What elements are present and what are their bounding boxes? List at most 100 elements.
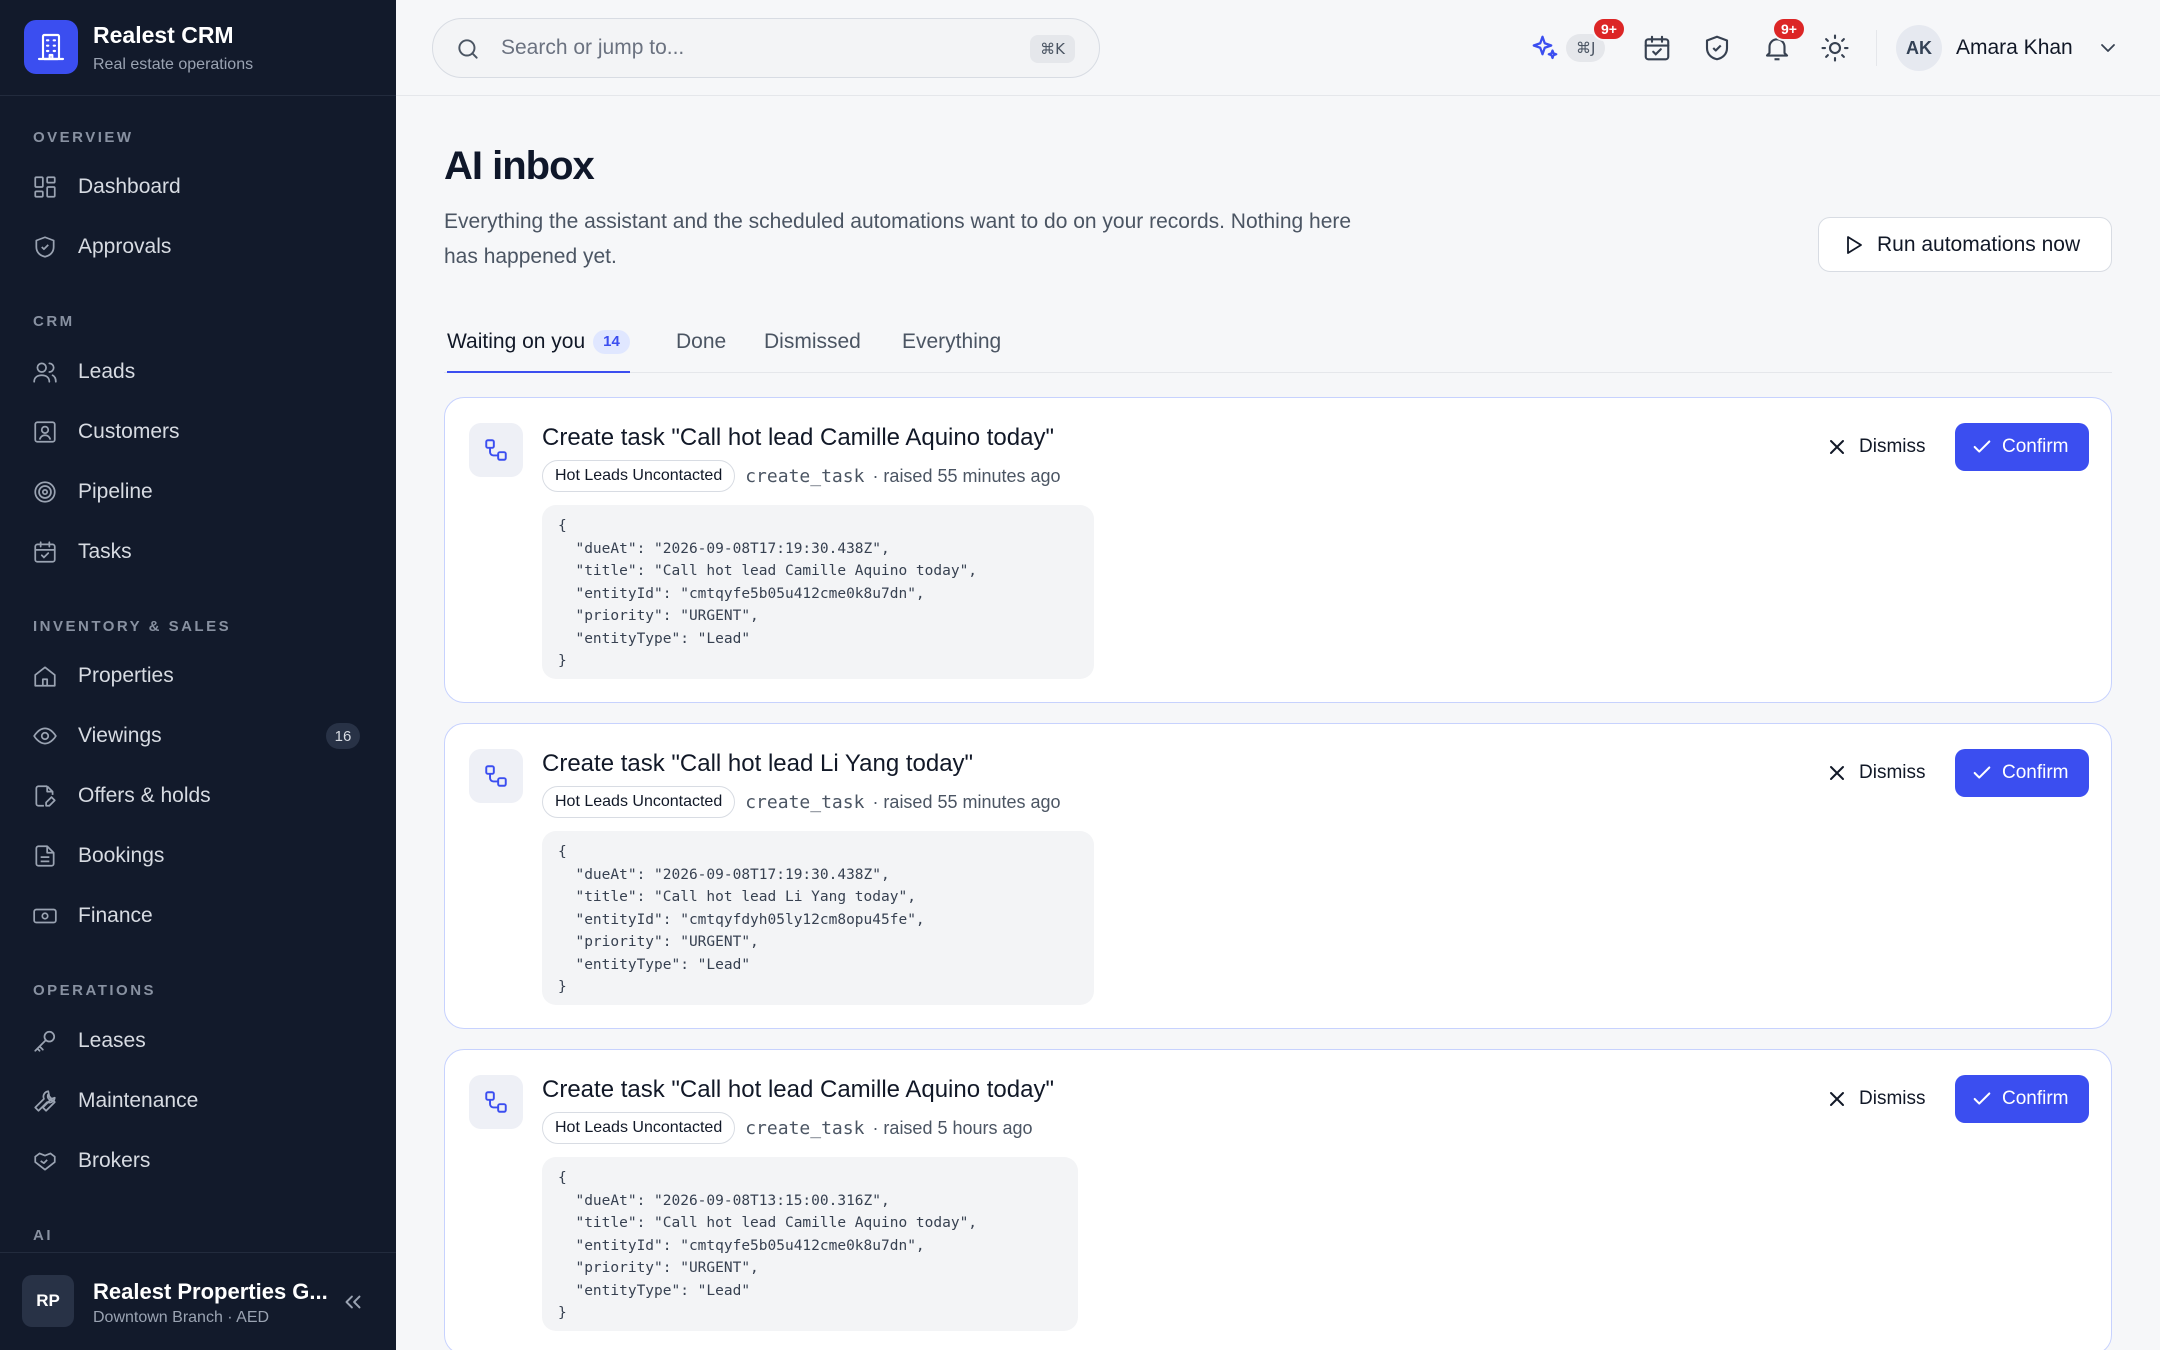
sidebar-item-label: Bookings xyxy=(78,844,165,867)
sidebar-item-brokers[interactable]: Brokers xyxy=(16,1135,380,1187)
grid-icon xyxy=(34,176,56,198)
run-automations-label: Run automations now xyxy=(1877,233,2081,256)
dismiss-label: Dismiss xyxy=(1859,436,1926,457)
sidebar-item-label: Leads xyxy=(78,360,136,383)
sidebar: Realest CRM Real estate operations OVERV… xyxy=(0,0,396,1350)
sidebar-item-tasks[interactable]: Tasks xyxy=(16,526,380,578)
user-name[interactable]: Amara Khan xyxy=(1956,36,2073,60)
sidebar-item-label: Pipeline xyxy=(78,480,153,503)
search-input[interactable]: Search or jump to... ⌘K xyxy=(432,18,1100,78)
close-icon xyxy=(1830,1092,1844,1106)
automation-chip: Hot Leads Uncontacted xyxy=(542,1112,736,1144)
dismiss-button[interactable]: Dismiss xyxy=(1825,423,1926,471)
workflow-icon xyxy=(469,749,523,803)
eye-icon xyxy=(33,727,57,745)
chevron-down-icon[interactable] xyxy=(2096,36,2120,60)
sidebar-item-label: Brokers xyxy=(78,1149,151,1172)
tab-dismissed[interactable]: Dismissed xyxy=(764,330,861,373)
sidebar-item-customers[interactable]: Customers xyxy=(16,406,380,458)
handshake-icon xyxy=(34,1152,56,1171)
calendar-icon[interactable] xyxy=(1642,33,1672,63)
topbar-divider xyxy=(1876,30,1877,66)
topbar: Search or jump to... ⌘K ⌘J 9+ 9+ AK Amar… xyxy=(396,0,2160,96)
sidebar-item-label: Leases xyxy=(78,1029,146,1052)
nav-section-crm: CRM xyxy=(33,313,75,330)
check-icon xyxy=(1973,766,1991,779)
sidebar-item-pipeline[interactable]: Pipeline xyxy=(16,466,380,518)
shield-check-icon xyxy=(35,236,55,258)
notifications-badge: 9+ xyxy=(1772,17,1806,41)
confirm-label: Confirm xyxy=(2002,436,2069,457)
inbox-card: Create task "Call hot lead Camille Aquin… xyxy=(444,1049,2112,1350)
sidebar-item-label: Offers & holds xyxy=(78,784,211,807)
sun-icon[interactable] xyxy=(1820,33,1850,63)
contact-icon xyxy=(34,421,56,443)
nav-section-ai: AI xyxy=(33,1227,53,1244)
nav-section-inventory: INVENTORY & SALES xyxy=(33,618,232,635)
sidebar-item-viewings[interactable]: Viewings 16 xyxy=(16,710,380,762)
brand-subtitle: Real estate operations xyxy=(93,56,254,73)
tab-done[interactable]: Done xyxy=(676,330,726,373)
check-icon xyxy=(1973,440,1991,453)
building-icon xyxy=(24,20,78,74)
operation-name: create_task xyxy=(745,1117,865,1139)
dismiss-button[interactable]: Dismiss xyxy=(1825,1075,1926,1123)
brand-header[interactable]: Realest CRM Real estate operations xyxy=(0,0,396,96)
sidebar-item-label: Finance xyxy=(78,904,153,927)
banknote-icon xyxy=(33,908,57,924)
payload-json: { "dueAt": "2026-09-08T17:19:30.438Z", "… xyxy=(542,505,1094,679)
tab-label: Waiting on you xyxy=(447,330,586,353)
run-automations-button[interactable]: Run automations now xyxy=(1818,217,2112,272)
sidebar-item-maintenance[interactable]: Maintenance xyxy=(16,1075,380,1127)
page-title: AI inbox xyxy=(444,144,595,188)
confirm-button[interactable]: Confirm xyxy=(1955,749,2089,797)
sidebar-item-dashboard[interactable]: Dashboard xyxy=(16,161,380,213)
sidebar-item-approvals[interactable]: Approvals xyxy=(16,221,380,273)
confirm-button[interactable]: Confirm xyxy=(1955,1075,2089,1123)
sidebar-item-finance[interactable]: Finance xyxy=(16,890,380,942)
sidebar-item-label: Maintenance xyxy=(78,1089,199,1112)
viewings-count-badge: 16 xyxy=(326,723,360,749)
dismiss-button[interactable]: Dismiss xyxy=(1825,749,1926,797)
sidebar-item-bookings[interactable]: Bookings xyxy=(16,830,380,882)
tab-everything[interactable]: Everything xyxy=(902,330,1001,373)
inbox-card: Create task "Call hot lead Camille Aquin… xyxy=(444,397,2112,703)
payload-json: { "dueAt": "2026-09-08T17:19:30.438Z", "… xyxy=(542,831,1094,1005)
org-subtitle: Downtown Branch · AED xyxy=(93,1309,270,1326)
tab-count-badge: 14 xyxy=(593,330,630,354)
avatar[interactable]: AK xyxy=(1896,25,1942,71)
sidebar-item-label: Customers xyxy=(78,420,180,443)
confirm-button[interactable]: Confirm xyxy=(1955,423,2089,471)
page-description: Everything the assistant and the schedul… xyxy=(444,210,1352,268)
dismiss-label: Dismiss xyxy=(1859,1088,1926,1109)
sidebar-item-label: Tasks xyxy=(78,540,132,563)
sidebar-item-label: Approvals xyxy=(78,235,172,258)
sidebar-item-offers-holds[interactable]: Offers & holds xyxy=(16,770,380,822)
sidebar-item-leads[interactable]: Leads xyxy=(16,346,380,398)
operation-name: create_task xyxy=(745,791,865,813)
tab-waiting-on-you[interactable]: Waiting on you 14 xyxy=(447,330,630,373)
workflow-icon xyxy=(469,423,523,477)
sidebar-item-label: Viewings xyxy=(78,724,162,747)
collapse-sidebar-icon[interactable] xyxy=(340,1289,366,1315)
inbox-tabs: Waiting on you 14 Done Dismissed Everythi… xyxy=(444,320,2112,373)
target-icon xyxy=(34,481,56,503)
check-icon xyxy=(1973,1092,1991,1105)
workflow-icon xyxy=(469,1075,523,1129)
confirm-label: Confirm xyxy=(2002,762,2069,783)
file-edit-icon xyxy=(35,785,56,807)
sidebar-item-properties[interactable]: Properties xyxy=(16,650,380,702)
raised-time: · raised 5 hours ago xyxy=(872,1117,1033,1138)
search-shortcut: ⌘K xyxy=(1030,35,1075,63)
shield-check-icon[interactable] xyxy=(1702,33,1732,63)
sparkles-icon[interactable] xyxy=(1530,33,1560,63)
sidebar-item-leases[interactable]: Leases xyxy=(16,1015,380,1067)
close-icon xyxy=(1830,766,1844,780)
close-icon xyxy=(1830,440,1844,454)
org-avatar: RP xyxy=(22,1275,74,1327)
confirm-label: Confirm xyxy=(2002,1088,2069,1109)
card-title: Create task "Call hot lead Li Yang today… xyxy=(542,750,974,777)
org-switcher[interactable]: RP Realest Properties G... Downtown Bran… xyxy=(0,1252,396,1350)
sidebar-item-label: Dashboard xyxy=(78,175,181,198)
search-icon xyxy=(458,39,478,59)
